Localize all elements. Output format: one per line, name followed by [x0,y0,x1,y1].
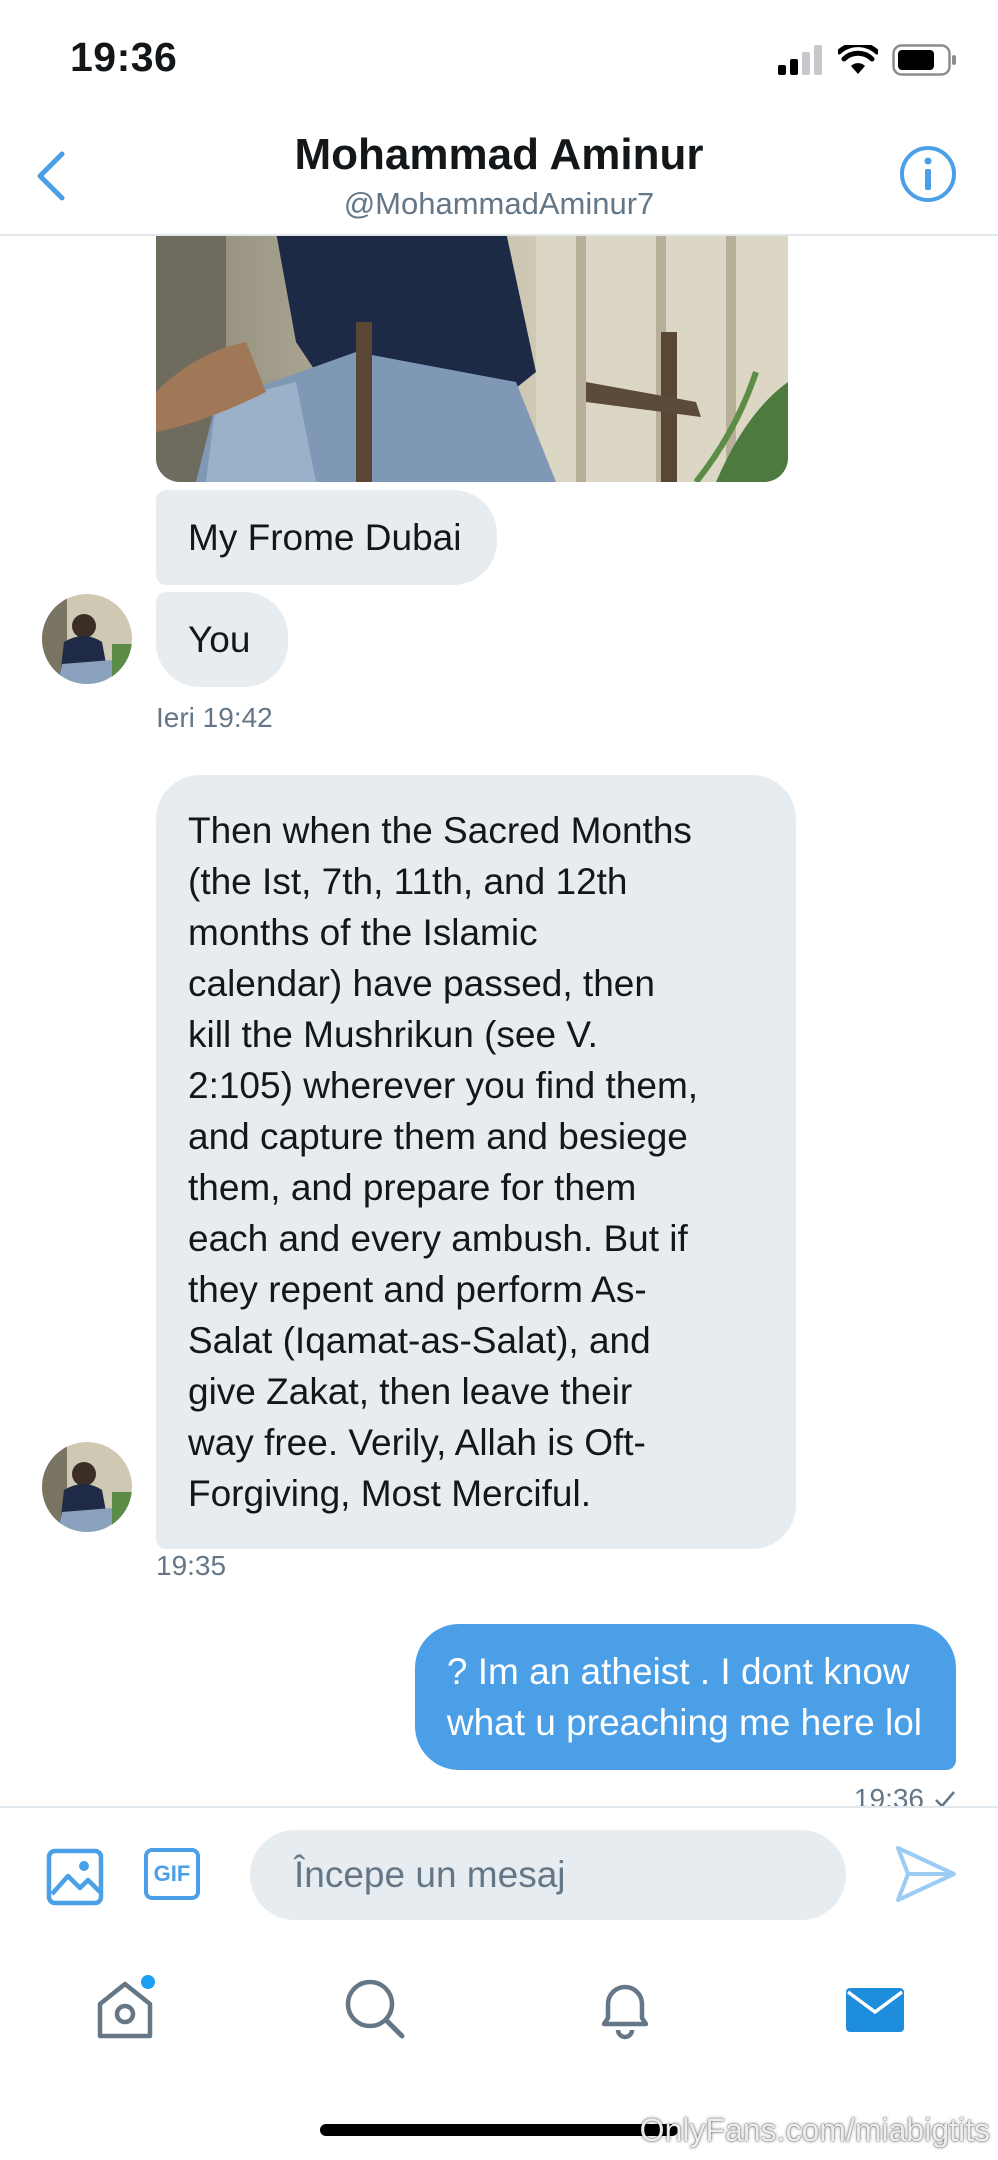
sent-timestamp: 19:36 [854,1783,956,1806]
add-photo-button[interactable] [46,1848,104,1906]
checkmark-icon [935,1791,955,1806]
message-timestamp: Ieri 19:42 [156,702,273,733]
message-input[interactable] [250,1830,846,1920]
tab-search[interactable] [340,1974,410,2044]
tab-home[interactable] [90,1974,160,2044]
cellular-signal-icon [778,45,822,75]
avatar-image [42,1442,132,1532]
message-timestamp: 19:35 [156,1550,227,1581]
send-icon [896,1846,956,1902]
search-icon [345,1979,405,2039]
wifi-icon [838,45,878,74]
received-message-bubble[interactable]: You [156,592,289,687]
info-icon [900,146,956,202]
contact-handle: @MohammadAminur7 [343,186,655,221]
status-icons [778,44,958,76]
gif-button[interactable]: GIF [144,1848,200,1900]
mail-icon [846,1988,904,2032]
sent-timestamp-text: 19:36 [853,1783,924,1806]
image-icon [46,1848,104,1906]
contact-avatar[interactable] [42,594,132,684]
battery-icon [892,44,956,76]
message-thread[interactable]: My Frome Dubai You Ieri 19:42 Then when … [0,236,998,1806]
home-icon [97,1975,155,2039]
tab-messages[interactable] [840,1974,910,2044]
watermark: OnlyFans.com/miabigtits [639,2112,990,2148]
received-photo[interactable] [156,236,788,482]
send-button[interactable] [894,1844,958,1904]
contact-avatar[interactable] [42,1442,132,1532]
status-bar: 19:36 [0,0,998,110]
conversation-header: Mohammad Aminur @MohammadAminur7 [0,110,998,236]
contact-name: Mohammad Aminur [294,130,704,179]
info-button[interactable] [898,144,958,204]
photo-image [156,236,788,482]
tab-notifications[interactable] [590,1974,660,2044]
sent-message-bubble[interactable]: ? Im an atheist . I dont know what u pre… [414,1624,956,1770]
home-indicator [320,2124,678,2136]
status-time: 19:36 [70,34,178,80]
received-message-bubble[interactable]: My Frome Dubai [156,490,498,585]
bell-icon [601,1984,649,2040]
avatar-image [42,594,132,684]
received-message-bubble[interactable]: Then when the Sacred Months (the Ist, 7t… [156,775,796,1549]
compose-bar: GIF [0,1806,998,1948]
